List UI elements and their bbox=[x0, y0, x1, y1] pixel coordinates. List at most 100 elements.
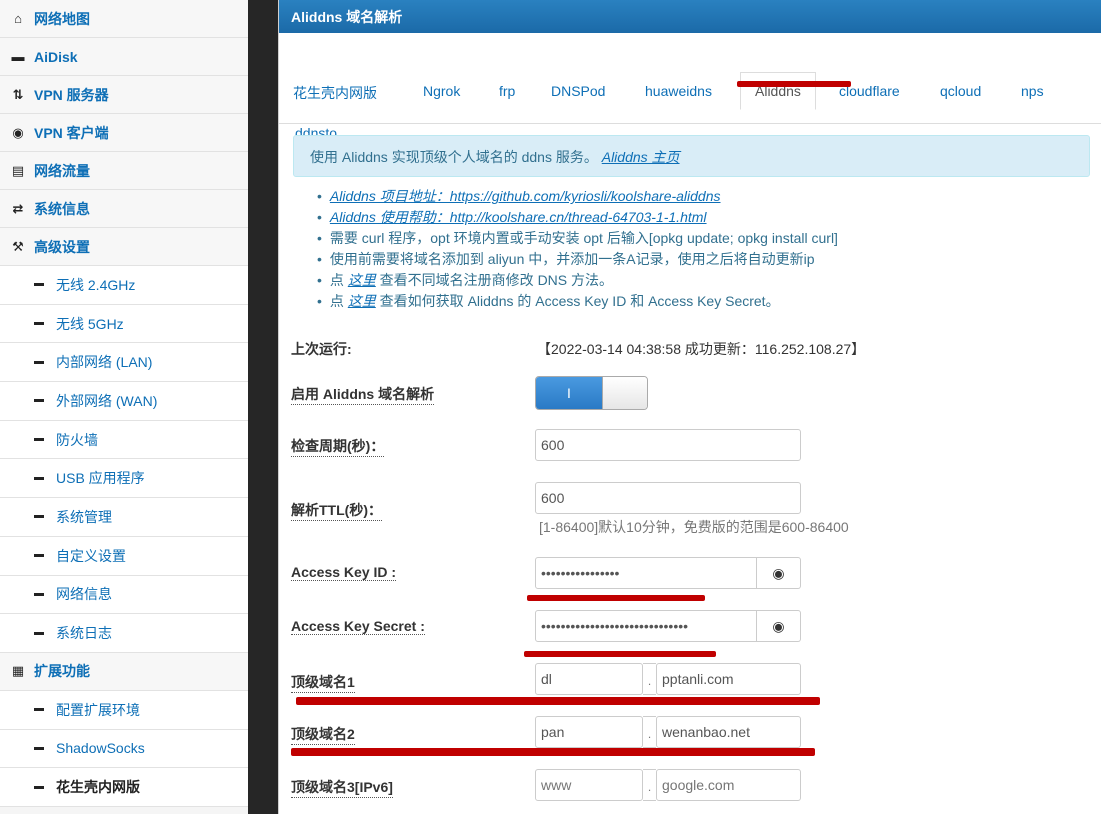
list-text: 查看不同域名注册商修改 DNS 方法。 bbox=[375, 272, 614, 288]
tab-ngrok[interactable]: Ngrok bbox=[423, 83, 460, 99]
tab-phddns[interactable]: 花生壳内网版 bbox=[293, 83, 377, 103]
dash-icon bbox=[34, 708, 44, 712]
sidebar-item-label: 网络流量 bbox=[34, 162, 90, 179]
access-key-id-input[interactable] bbox=[535, 557, 757, 589]
dash-icon bbox=[34, 360, 44, 364]
access-key-link[interactable]: 这里 bbox=[348, 293, 376, 309]
dash-icon bbox=[34, 631, 44, 635]
tab-frp[interactable]: frp bbox=[499, 83, 515, 99]
wrench-icon: ⚒ bbox=[12, 238, 24, 254]
info-banner: 使用 Aliddns 实现顶级个人域名的 ddns 服务。 Aliddns 主页 bbox=[293, 135, 1090, 177]
sidebar-item-vpn-client[interactable]: ◉ VPN 客户端 bbox=[0, 114, 248, 152]
list-item: 点 这里 查看不同域名注册商修改 DNS 方法。 bbox=[317, 270, 838, 291]
sidebar-item-label: 网络地图 bbox=[34, 10, 90, 27]
dash-icon bbox=[34, 322, 44, 326]
main-panel: Aliddns 域名解析 花生壳内网版 Ngrok frp DNSPod hua… bbox=[278, 0, 1101, 814]
domain3-label: 顶级域名3[IPv6] bbox=[291, 777, 393, 798]
disk-icon: ▬ bbox=[11, 49, 25, 64]
domain1-domain-input[interactable] bbox=[656, 663, 801, 695]
sidebar-item-network-map[interactable]: ⌂ 网络地图 bbox=[0, 0, 248, 38]
sidebar-subitem-custom[interactable]: 自定义设置 bbox=[0, 536, 248, 576]
traffic-icon: ▤ bbox=[11, 162, 25, 178]
tab-aliddns[interactable]: Aliddns bbox=[740, 72, 816, 110]
grid-icon: ▦ bbox=[11, 663, 25, 679]
sidebar-item-traffic[interactable]: ▤ 网络流量 bbox=[0, 152, 248, 190]
tab-huaweidns[interactable]: huaweidns bbox=[645, 83, 712, 99]
sidebar-subitem-label: 无线 2.4GHz bbox=[56, 276, 136, 293]
sidebar-subitem-label: 系统管理 bbox=[56, 508, 112, 525]
sidebar-subitem-label: 系统日志 bbox=[56, 625, 112, 642]
sidebar-item-label: 高级设置 bbox=[34, 238, 90, 255]
page-title: Aliddns 域名解析 bbox=[279, 0, 1101, 33]
sidebar-item-sysinfo[interactable]: ⇄ 系统信息 bbox=[0, 190, 248, 228]
sidebar-item-label: VPN 客户端 bbox=[34, 124, 109, 141]
sidebar-item-label: 系统信息 bbox=[34, 200, 90, 217]
access-key-id-label: Access Key ID : bbox=[291, 564, 397, 581]
ttl-input[interactable] bbox=[535, 482, 801, 514]
tab-dnspod[interactable]: DNSPod bbox=[551, 83, 605, 99]
sidebar-item-vpn-server[interactable]: ⇅ VPN 服务器 bbox=[0, 76, 248, 114]
tab-nps[interactable]: nps bbox=[1021, 83, 1044, 99]
sidebar-subitem-label: 外部网络 (WAN) bbox=[56, 392, 158, 409]
home-icon: ⌂ bbox=[14, 11, 22, 26]
project-link[interactable]: Aliddns 项目地址：https://github.com/kyriosli… bbox=[330, 188, 721, 204]
sidebar-subitem-syslog[interactable]: 系统日志 bbox=[0, 614, 248, 653]
sidebar-subitem-label: 花生壳内网版 bbox=[56, 779, 140, 796]
list-text: 查看如何获取 Aliddns 的 Access Key ID 和 Access … bbox=[375, 293, 780, 309]
domain1-label: 顶级域名1 bbox=[291, 672, 355, 693]
dash-icon bbox=[34, 515, 44, 519]
enable-label: 启用 Aliddns 域名解析 bbox=[291, 384, 435, 405]
last-run-label: 上次运行: bbox=[291, 341, 352, 357]
sidebar-subitem-shadowsocks[interactable]: ShadowSocks bbox=[0, 729, 248, 769]
redaction-mark bbox=[737, 81, 851, 87]
dns-method-link[interactable]: 这里 bbox=[348, 272, 376, 288]
info-text: 使用 Aliddns 实现顶级个人域名的 ddns 服务。 bbox=[310, 149, 598, 165]
list-item: Aliddns 使用帮助：http://koolshare.cn/thread-… bbox=[317, 207, 838, 228]
interval-label: 检查周期(秒)： bbox=[291, 436, 385, 457]
sidebar-item-extensions[interactable]: ▦ 扩展功能 bbox=[0, 652, 248, 691]
access-key-secret-input[interactable] bbox=[535, 610, 757, 642]
sidebar-subitem-wireless-24[interactable]: 无线 2.4GHz bbox=[0, 266, 248, 305]
enable-toggle[interactable]: I bbox=[535, 376, 648, 410]
list-item: 需要 curl 程序，opt 环境内置或手动安装 opt 后输入[opkg up… bbox=[317, 228, 838, 249]
domain2-label: 顶级域名2 bbox=[291, 724, 355, 745]
sidebar-item-aidisk[interactable]: ▬ AiDisk bbox=[0, 38, 248, 76]
redaction-mark bbox=[527, 595, 705, 601]
dot-separator: . bbox=[643, 716, 656, 748]
eye-icon[interactable]: ◉ bbox=[757, 557, 801, 589]
sidebar-subitem-label: 自定义设置 bbox=[56, 547, 126, 564]
list-item: 点 这里 查看如何获取 Aliddns 的 Access Key ID 和 Ac… bbox=[317, 291, 838, 312]
sidebar-item-advanced[interactable]: ⚒ 高级设置 bbox=[0, 228, 248, 266]
sidebar-subitem-firewall[interactable]: 防火墙 bbox=[0, 420, 248, 460]
sidebar-subitem-label: ShadowSocks bbox=[56, 740, 145, 757]
sidebar-subitem-wireless-5[interactable]: 无线 5GHz bbox=[0, 304, 248, 344]
sidebar-gutter bbox=[248, 0, 278, 814]
toggle-on-side: I bbox=[536, 377, 602, 409]
interval-input[interactable] bbox=[535, 429, 801, 461]
sidebar-subitem-usb[interactable]: USB 应用程序 bbox=[0, 459, 248, 499]
domain2-host-input[interactable] bbox=[535, 716, 643, 748]
sidebar-subitem-ext-env[interactable]: 配置扩展环境 bbox=[0, 690, 248, 730]
domain1-host-input[interactable] bbox=[535, 663, 643, 695]
sidebar-subitem-admin[interactable]: 系统管理 bbox=[0, 498, 248, 537]
sidebar-subitem-phddns[interactable]: 花生壳内网版 bbox=[0, 768, 248, 807]
aliddns-home-link[interactable]: Aliddns 主页 bbox=[602, 149, 680, 165]
tab-qcloud[interactable]: qcloud bbox=[940, 83, 981, 99]
dot-separator: . bbox=[643, 663, 656, 695]
sidebar-subitem-lan[interactable]: 内部网络 (LAN) bbox=[0, 343, 248, 383]
sidebar-subitem-netinfo[interactable]: 网络信息 bbox=[0, 575, 248, 615]
dash-icon bbox=[34, 785, 44, 789]
access-key-secret-label: Access Key Secret : bbox=[291, 618, 425, 635]
domain3-domain-input[interactable] bbox=[656, 769, 801, 801]
domain3-host-input[interactable] bbox=[535, 769, 643, 801]
redaction-mark bbox=[524, 651, 716, 657]
domain2-domain-input[interactable] bbox=[656, 716, 801, 748]
list-text: 点 bbox=[329, 272, 348, 288]
eye-icon[interactable]: ◉ bbox=[757, 610, 801, 642]
help-link[interactable]: Aliddns 使用帮助：http://koolshare.cn/thread-… bbox=[330, 209, 707, 225]
sidebar-subitem-wan[interactable]: 外部网络 (WAN) bbox=[0, 382, 248, 421]
list-item: 使用前需要将域名添加到 aliyun 中，并添加一条A记录，使用之后将自动更新i… bbox=[317, 249, 838, 270]
globe-icon: ◉ bbox=[12, 124, 24, 140]
tab-bar: 花生壳内网版 Ngrok frp DNSPod huaweidns Aliddn… bbox=[279, 33, 1101, 141]
dash-icon bbox=[34, 399, 44, 403]
